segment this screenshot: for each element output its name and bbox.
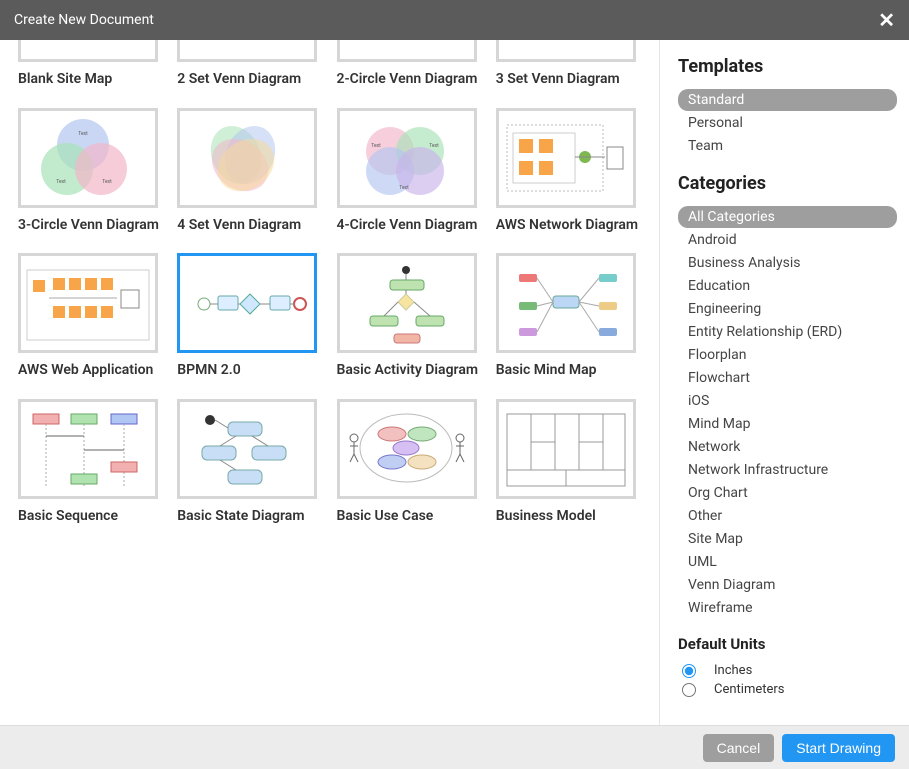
category-item[interactable]: Entity Relationship (ERD) <box>678 321 897 343</box>
template-thumbnail[interactable] <box>337 40 477 62</box>
template-thumbnail[interactable] <box>177 40 317 62</box>
category-item[interactable]: Education <box>678 275 897 297</box>
template-card[interactable]: BPMN 2.0 <box>177 253 325 381</box>
template-card[interactable]: Basic Activity Diagram <box>337 253 485 381</box>
template-card[interactable]: 3 Set Venn Diagram <box>496 40 644 90</box>
template-groups-list: StandardPersonalTeam <box>678 89 897 157</box>
category-item[interactable]: Other <box>678 505 897 527</box>
template-thumbnail[interactable] <box>337 253 477 353</box>
template-card[interactable]: AWS Network Diagram <box>496 108 644 236</box>
category-item[interactable]: Mind Map <box>678 413 897 435</box>
unit-radio[interactable] <box>682 683 696 697</box>
template-label: Basic Use Case <box>337 507 485 527</box>
template-group-item[interactable]: Standard <box>678 89 897 111</box>
close-icon[interactable]: ✕ <box>878 10 895 30</box>
template-label: 2-Circle Venn Diagram <box>337 70 485 90</box>
svg-text:Text: Text <box>78 131 88 137</box>
categories-heading: Categories <box>678 173 897 194</box>
dialog-title: Create New Document <box>14 12 154 28</box>
template-thumbnail[interactable]: Text Text Text <box>337 108 477 208</box>
create-document-dialog: Create New Document ✕ Blank Site Map 2 S… <box>0 0 909 769</box>
template-label: 4-Circle Venn Diagram <box>337 216 485 236</box>
template-label: AWS Network Diagram <box>496 216 644 236</box>
template-group-item[interactable]: Team <box>678 135 897 157</box>
template-label: Basic Mind Map <box>496 361 644 381</box>
category-item[interactable]: Venn Diagram <box>678 574 897 596</box>
category-item[interactable]: Floorplan <box>678 344 897 366</box>
template-card[interactable]: 2-Circle Venn Diagram <box>337 40 485 90</box>
unit-label: Centimeters <box>714 682 785 697</box>
template-card[interactable]: Text Text Text 4-Circle Venn Diagram <box>337 108 485 236</box>
unit-radio[interactable] <box>682 664 696 678</box>
template-thumbnail[interactable]: Text Text Text <box>18 108 158 208</box>
template-label: Blank Site Map <box>18 70 166 90</box>
template-thumbnail[interactable] <box>496 40 636 62</box>
svg-text:Text: Text <box>102 179 112 185</box>
default-units-section: Default Units Inches Centimeters <box>678 635 897 699</box>
template-thumbnail[interactable] <box>18 253 158 353</box>
dialog-titlebar: Create New Document ✕ <box>0 0 909 40</box>
sidebar: Templates StandardPersonalTeam Categorie… <box>659 40 909 725</box>
start-drawing-button[interactable]: Start Drawing <box>782 734 895 762</box>
unit-option[interactable]: Inches <box>678 661 897 680</box>
template-thumbnail[interactable] <box>496 108 636 208</box>
template-card[interactable]: 2 Set Venn Diagram <box>177 40 325 90</box>
units-heading: Default Units <box>678 635 897 653</box>
category-item[interactable]: Network <box>678 436 897 458</box>
template-label: 3-Circle Venn Diagram <box>18 216 166 236</box>
template-label: Business Model <box>496 507 644 527</box>
category-item[interactable]: Org Chart <box>678 482 897 504</box>
category-item[interactable]: Engineering <box>678 298 897 320</box>
dialog-body: Blank Site Map 2 Set Venn Diagram 2-Circ… <box>0 40 909 725</box>
template-thumbnail[interactable] <box>18 399 158 499</box>
svg-text:Text: Text <box>56 179 66 185</box>
unit-option[interactable]: Centimeters <box>678 680 897 699</box>
template-card[interactable]: Basic State Diagram <box>177 399 325 527</box>
category-item[interactable]: Network Infrastructure <box>678 459 897 481</box>
svg-text:Text: Text <box>399 185 409 191</box>
template-thumbnail[interactable] <box>496 399 636 499</box>
template-thumbnail[interactable] <box>496 253 636 353</box>
template-label: 4 Set Venn Diagram <box>177 216 325 236</box>
template-card[interactable]: AWS Web Application <box>18 253 166 381</box>
template-label: Basic State Diagram <box>177 507 325 527</box>
template-card[interactable]: Basic Mind Map <box>496 253 644 381</box>
category-item[interactable]: Site Map <box>678 528 897 550</box>
category-item[interactable]: iOS <box>678 390 897 412</box>
template-card[interactable]: Text Text Text 3-Circle Venn Diagram <box>18 108 166 236</box>
template-gallery[interactable]: Blank Site Map 2 Set Venn Diagram 2-Circ… <box>0 40 659 725</box>
categories-list: All CategoriesAndroidBusiness AnalysisEd… <box>678 206 897 619</box>
template-label: BPMN 2.0 <box>177 361 325 381</box>
category-item[interactable]: UML <box>678 551 897 573</box>
template-thumbnail[interactable] <box>18 40 158 62</box>
template-card[interactable]: Basic Use Case <box>337 399 485 527</box>
template-card[interactable]: 4 Set Venn Diagram <box>177 108 325 236</box>
template-label: 2 Set Venn Diagram <box>177 70 325 90</box>
category-item[interactable]: Wireframe <box>678 597 897 619</box>
cancel-button[interactable]: Cancel <box>703 734 775 762</box>
template-thumbnail[interactable] <box>337 399 477 499</box>
template-card[interactable]: Business Model <box>496 399 644 527</box>
svg-text:Text: Text <box>371 143 381 149</box>
template-label: Basic Activity Diagram <box>337 361 485 381</box>
unit-label: Inches <box>714 663 752 678</box>
dialog-footer: Cancel Start Drawing <box>0 725 909 769</box>
template-group-item[interactable]: Personal <box>678 112 897 134</box>
category-item[interactable]: Flowchart <box>678 367 897 389</box>
template-label: 3 Set Venn Diagram <box>496 70 644 90</box>
template-card[interactable]: Blank Site Map <box>18 40 166 90</box>
category-item[interactable]: All Categories <box>678 206 897 228</box>
templates-heading: Templates <box>678 56 897 77</box>
category-item[interactable]: Business Analysis <box>678 252 897 274</box>
template-label: Basic Sequence <box>18 507 166 527</box>
category-item[interactable]: Android <box>678 229 897 251</box>
template-thumbnail[interactable] <box>177 253 317 353</box>
template-card[interactable]: Basic Sequence <box>18 399 166 527</box>
template-thumbnail[interactable] <box>177 108 317 208</box>
template-thumbnail[interactable] <box>177 399 317 499</box>
svg-text:Text: Text <box>429 143 439 149</box>
template-label: AWS Web Application <box>18 361 166 381</box>
